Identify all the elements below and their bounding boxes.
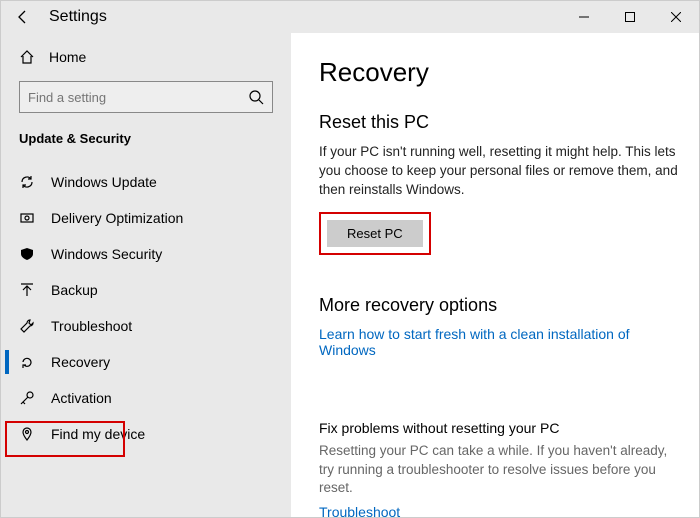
sidebar-item-label: Delivery Optimization bbox=[51, 210, 183, 226]
backup-icon bbox=[19, 282, 35, 298]
sidebar-item-troubleshoot[interactable]: Troubleshoot bbox=[5, 308, 287, 344]
fix-heading: Fix problems without resetting your PC bbox=[319, 420, 679, 436]
close-button[interactable] bbox=[653, 1, 699, 33]
sidebar-item-windows-update[interactable]: Windows Update bbox=[5, 164, 287, 200]
fix-description: Resetting your PC can take a while. If y… bbox=[319, 442, 679, 499]
sidebar-item-backup[interactable]: Backup bbox=[5, 272, 287, 308]
sidebar-item-windows-security[interactable]: Windows Security bbox=[5, 236, 287, 272]
recovery-icon bbox=[19, 354, 35, 370]
delivery-icon bbox=[19, 210, 35, 226]
annotation-highlight: Reset PC bbox=[319, 212, 431, 255]
sidebar-item-activation[interactable]: Activation bbox=[5, 380, 287, 416]
reset-description: If your PC isn't running well, resetting… bbox=[319, 143, 679, 200]
search-icon bbox=[248, 89, 264, 105]
sidebar-item-delivery-optimization[interactable]: Delivery Optimization bbox=[5, 200, 287, 236]
search-box[interactable] bbox=[19, 81, 273, 113]
back-icon[interactable] bbox=[15, 9, 31, 25]
minimize-button[interactable] bbox=[561, 1, 607, 33]
wrench-icon bbox=[19, 318, 35, 334]
key-icon bbox=[19, 390, 35, 406]
titlebar: Settings bbox=[1, 1, 699, 33]
sidebar-item-label: Find my device bbox=[51, 426, 145, 442]
window-title: Settings bbox=[49, 8, 107, 26]
home-nav[interactable]: Home bbox=[5, 41, 287, 73]
sidebar-item-label: Backup bbox=[51, 282, 98, 298]
fresh-install-link[interactable]: Learn how to start fresh with a clean in… bbox=[319, 326, 679, 358]
sidebar-item-label: Recovery bbox=[51, 354, 110, 370]
more-options-heading: More recovery options bbox=[319, 295, 679, 316]
sidebar: Home Update & Security Windows Update De… bbox=[1, 33, 291, 517]
page-title: Recovery bbox=[319, 57, 679, 88]
troubleshoot-link[interactable]: Troubleshoot bbox=[319, 504, 400, 517]
shield-icon bbox=[19, 246, 35, 262]
section-title: Update & Security bbox=[5, 123, 287, 164]
sidebar-item-recovery[interactable]: Recovery bbox=[5, 344, 287, 380]
reset-pc-button[interactable]: Reset PC bbox=[327, 220, 423, 247]
sidebar-item-label: Windows Update bbox=[51, 174, 157, 190]
sidebar-item-label: Windows Security bbox=[51, 246, 162, 262]
location-icon bbox=[19, 426, 35, 442]
search-input[interactable] bbox=[28, 90, 248, 105]
maximize-button[interactable] bbox=[607, 1, 653, 33]
reset-heading: Reset this PC bbox=[319, 112, 679, 133]
home-icon bbox=[19, 49, 35, 65]
sidebar-item-find-my-device[interactable]: Find my device bbox=[5, 416, 287, 452]
sidebar-item-label: Activation bbox=[51, 390, 112, 406]
sidebar-item-label: Troubleshoot bbox=[51, 318, 132, 334]
home-label: Home bbox=[49, 49, 86, 65]
main-content: Recovery Reset this PC If your PC isn't … bbox=[291, 33, 699, 517]
sync-icon bbox=[19, 174, 35, 190]
